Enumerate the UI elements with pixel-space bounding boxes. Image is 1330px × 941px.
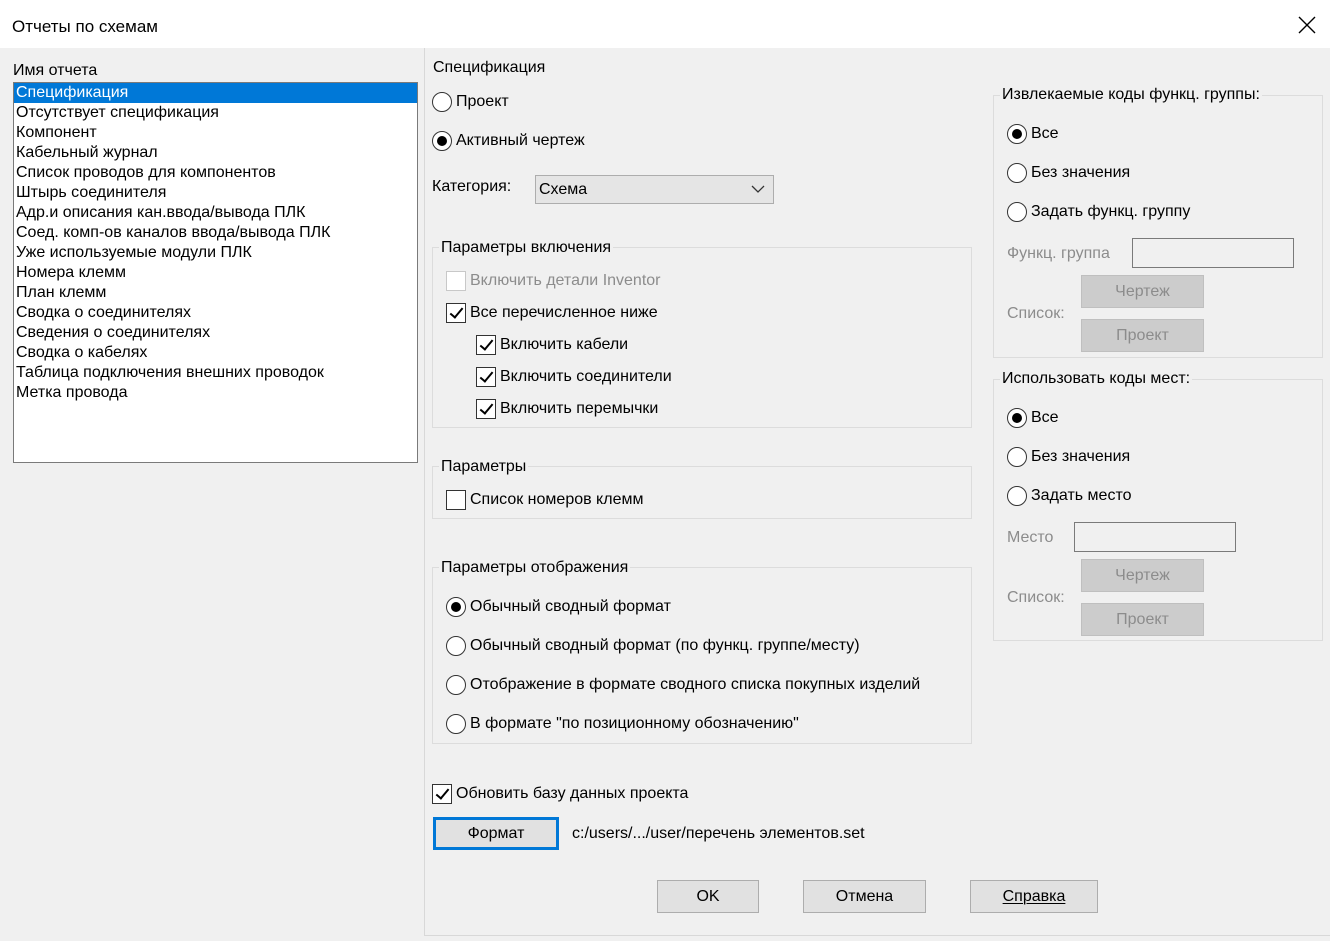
display-option-label: Обычный сводный формат	[470, 598, 671, 615]
report-list-item[interactable]: Отсутствует спецификация	[14, 103, 417, 123]
include-connectors-label: Включить соединители	[500, 368, 672, 385]
func-drawing-button-label: Чертеж	[1115, 282, 1170, 300]
func-list-label: Список:	[1007, 305, 1065, 322]
spec-title: Спецификация	[433, 59, 546, 76]
include-title: Параметры включения	[439, 239, 614, 257]
loc-drawing-button[interactable]: Чертеж	[1081, 559, 1204, 592]
loc-set-label: Задать место	[1031, 487, 1132, 504]
help-button-label: Справка	[1002, 887, 1066, 905]
scope-project-radio[interactable]	[432, 92, 452, 112]
func-set-label: Задать функц. группу	[1031, 203, 1191, 220]
format-button[interactable]: Формат	[433, 817, 559, 850]
scope-active-radio[interactable]	[432, 131, 452, 151]
func-drawing-button[interactable]: Чертеж	[1081, 275, 1204, 308]
update-db-label: Обновить базу данных проекта	[456, 785, 689, 802]
report-list[interactable]: Спецификация Отсутствует спецификация Комп…	[13, 82, 418, 463]
location-input[interactable]	[1074, 522, 1236, 552]
report-list-item[interactable]: Метка провода	[14, 383, 417, 403]
func-project-button-label: Проект	[1116, 326, 1169, 344]
display-option-radio[interactable]	[446, 636, 466, 656]
report-list-item[interactable]: Уже используемые модули ПЛК	[14, 243, 417, 263]
params-title: Параметры	[439, 458, 529, 476]
report-list-item[interactable]: Соед. комп-ов каналов ввода/вывода ПЛК	[14, 223, 417, 243]
scope-project-label: Проект	[456, 93, 509, 110]
func-field-label: Функц. группа	[1007, 245, 1110, 262]
category-label: Категория:	[432, 178, 512, 195]
terminal-numbers-checkbox[interactable]	[446, 490, 466, 510]
func-group-title: Извлекаемые коды функц. группы:	[1000, 86, 1262, 104]
include-all-label: Все перечисленное ниже	[470, 304, 658, 321]
update-db-checkbox[interactable]	[432, 784, 452, 804]
loc-set-radio[interactable]	[1007, 486, 1027, 506]
location-title: Использовать коды мест:	[1000, 370, 1193, 388]
include-cables-checkbox[interactable]	[476, 335, 496, 355]
func-none-radio[interactable]	[1007, 163, 1027, 183]
include-all-checkbox[interactable]	[446, 303, 466, 323]
display-option-label: Обычный сводный формат (по функц. группе…	[470, 637, 860, 654]
display-option-label: В формате "по позиционному обозначению"	[470, 715, 799, 732]
chevron-down-icon	[751, 185, 765, 193]
include-connectors-checkbox[interactable]	[476, 367, 496, 387]
func-project-button[interactable]: Проект	[1081, 319, 1204, 352]
include-jumpers-checkbox[interactable]	[476, 399, 496, 419]
func-all-label: Все	[1031, 125, 1059, 142]
func-none-label: Без значения	[1031, 164, 1131, 181]
report-list-label: Имя отчета	[13, 62, 98, 79]
include-jumpers-label: Включить перемычки	[500, 400, 659, 417]
title-bar: Отчеты по схемам	[0, 0, 1330, 48]
format-path: c:/users/.../user/перечень элементов.set	[572, 825, 865, 842]
loc-project-button-label: Проект	[1116, 610, 1169, 628]
report-list-item[interactable]: Компонент	[14, 123, 417, 143]
close-icon	[1298, 16, 1316, 34]
ok-button[interactable]: OK	[657, 880, 759, 913]
include-inventor-label: Включить детали Inventor	[470, 272, 661, 289]
include-inventor-checkbox[interactable]	[446, 271, 466, 291]
display-title: Параметры отображения	[439, 559, 631, 577]
window-title: Отчеты по схемам	[12, 17, 158, 36]
report-list-item[interactable]: Кабельный журнал	[14, 143, 417, 163]
report-list-item[interactable]: Таблица подключения внешних проводок	[14, 363, 417, 383]
func-all-radio[interactable]	[1007, 124, 1027, 144]
terminal-numbers-label: Список номеров клемм	[470, 491, 644, 508]
display-option-radio[interactable]	[446, 597, 466, 617]
func-group-input[interactable]	[1132, 238, 1294, 268]
cancel-button[interactable]: Отмена	[803, 880, 926, 913]
report-list-item[interactable]: Штырь соединителя	[14, 183, 417, 203]
loc-field-label: Место	[1007, 529, 1054, 546]
report-list-item[interactable]: Адр.и описания кан.ввода/вывода ПЛК	[14, 203, 417, 223]
loc-drawing-button-label: Чертеж	[1115, 566, 1170, 584]
cancel-button-label: Отмена	[835, 887, 894, 905]
report-list-item[interactable]: План клемм	[14, 283, 417, 303]
category-select[interactable]: Схема	[535, 175, 774, 204]
loc-project-button[interactable]: Проект	[1081, 603, 1204, 636]
scope-active-label: Активный чертеж	[456, 132, 585, 149]
report-list-item[interactable]: Номера клемм	[14, 263, 417, 283]
func-set-radio[interactable]	[1007, 202, 1027, 222]
report-list-item[interactable]: Сводка о соединителях	[14, 303, 417, 323]
display-option-radio[interactable]	[446, 714, 466, 734]
report-list-item[interactable]: Сводка о кабелях	[14, 343, 417, 363]
format-button-label: Формат	[467, 824, 525, 842]
loc-list-label: Список:	[1007, 589, 1065, 606]
report-list-item[interactable]: Сведения о соединителях	[14, 323, 417, 343]
report-list-item[interactable]: Спецификация	[14, 83, 417, 103]
include-cables-label: Включить кабели	[500, 336, 629, 353]
display-option-label: Отображение в формате сводного списка по…	[470, 676, 921, 693]
loc-none-label: Без значения	[1031, 448, 1131, 465]
ok-button-label: OK	[696, 887, 720, 905]
loc-all-label: Все	[1031, 409, 1059, 426]
loc-none-radio[interactable]	[1007, 447, 1027, 467]
category-value: Схема	[539, 181, 588, 198]
help-button[interactable]: Справка	[970, 880, 1098, 913]
close-button[interactable]	[1290, 10, 1324, 40]
loc-all-radio[interactable]	[1007, 408, 1027, 428]
report-list-item[interactable]: Список проводов для компонентов	[14, 163, 417, 183]
display-option-radio[interactable]	[446, 675, 466, 695]
